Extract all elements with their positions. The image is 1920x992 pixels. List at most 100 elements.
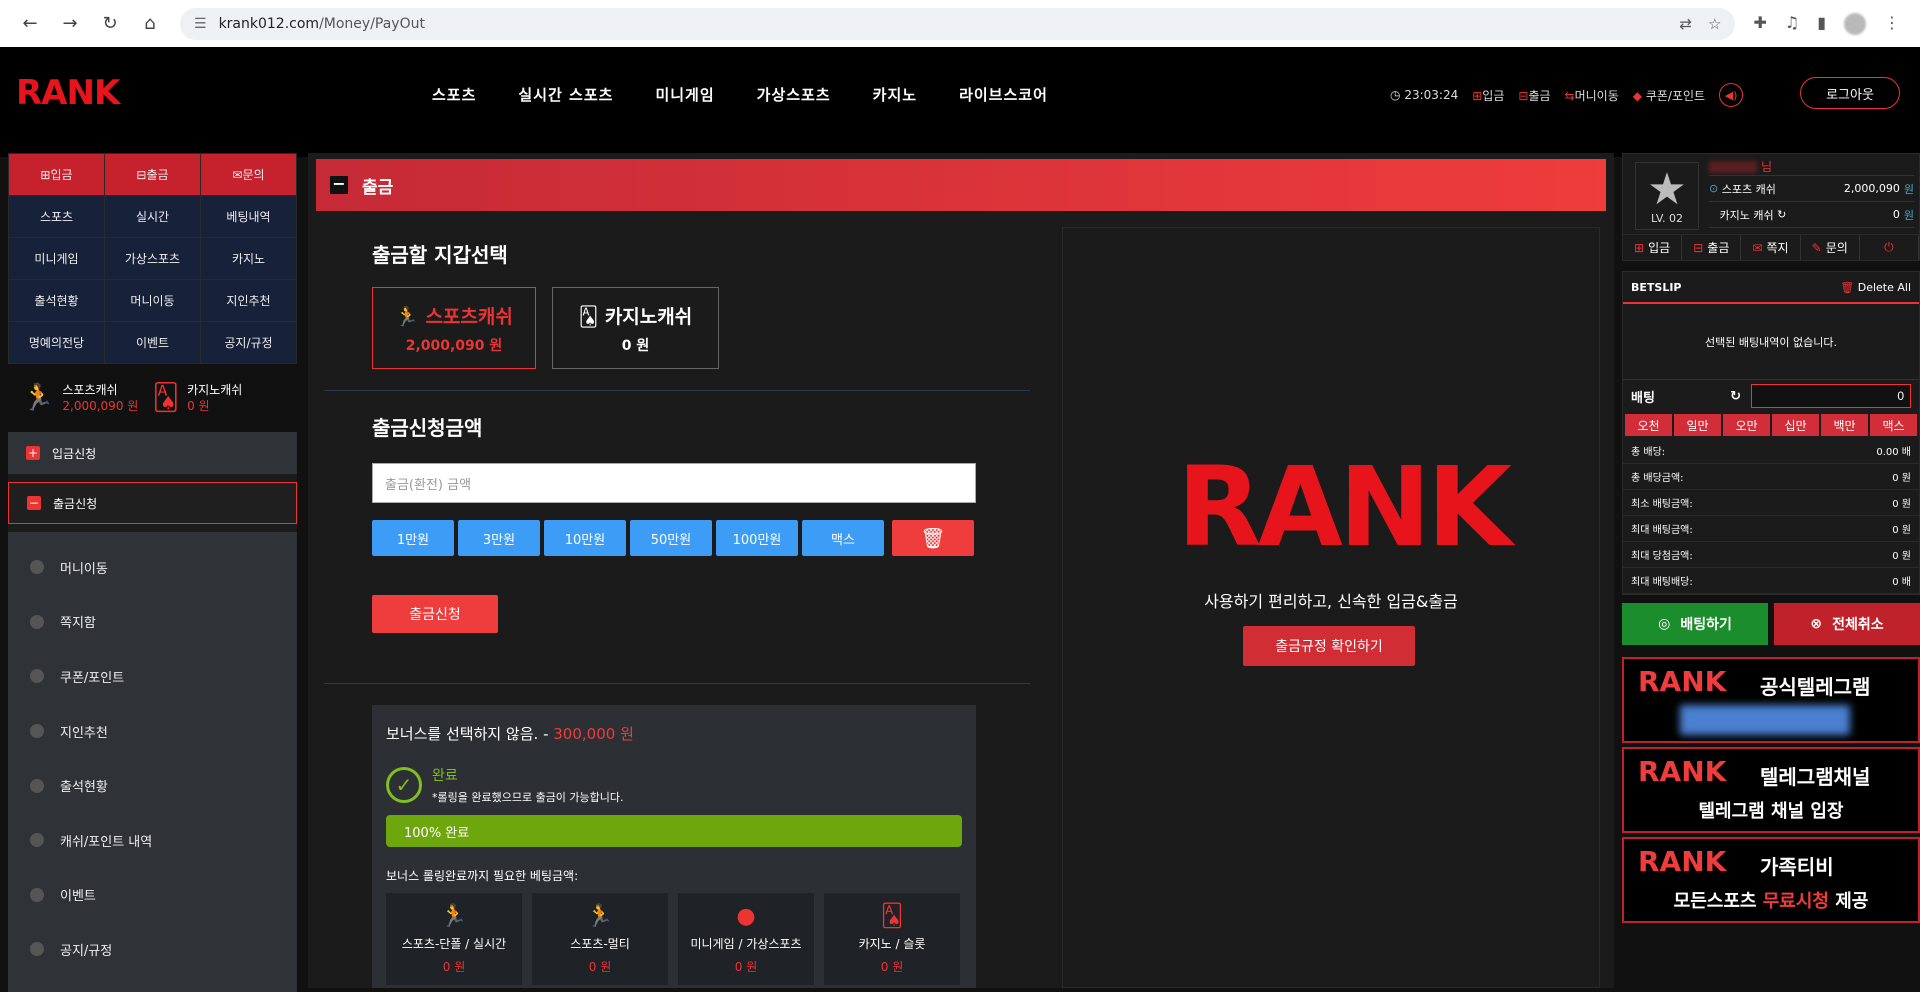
chip-1m[interactable]: 백만 — [1821, 414, 1868, 436]
grid-item-money-move[interactable]: 머니이동 — [105, 280, 200, 321]
sub-item-cash-history[interactable]: 캐쉬/포인트 내역 — [8, 813, 297, 868]
reload-icon[interactable]: ↻ — [90, 4, 130, 44]
wallet-casino-option[interactable]: 🂡 카지노캐쉬 0 원 — [552, 287, 719, 369]
grid-item-referral[interactable]: 지인추천 — [201, 280, 296, 321]
place-bet-button[interactable]: ◎ 배팅하기 — [1622, 603, 1768, 645]
chip-50k[interactable]: 오만 — [1723, 414, 1770, 436]
menu-live-sports[interactable]: 실시간 스포츠 — [518, 84, 613, 105]
menu-dots-icon[interactable]: ⋮ — [1884, 13, 1900, 35]
chip-100k[interactable]: 십만 — [1772, 414, 1819, 436]
quick-100k-button[interactable]: 10만원 — [544, 520, 626, 556]
withdraw-amount-input[interactable]: 출금(환전) 금액 — [372, 463, 976, 503]
header-withdraw-label: 출금 — [1528, 88, 1551, 103]
left-inquiry-label: 문의 — [242, 168, 265, 182]
translate-icon[interactable]: ⇄ — [1679, 15, 1692, 33]
tag-icon: ◆ — [1632, 88, 1642, 103]
grid-item-attendance[interactable]: 출석현황 — [9, 280, 104, 321]
bullet-icon — [30, 669, 44, 684]
grid-item-hall-of-fame[interactable]: 명예의전당 — [9, 322, 104, 363]
menu-sports[interactable]: 스포츠 — [432, 84, 476, 105]
withdraw-rules-button[interactable]: 출금규정 확인하기 — [1243, 626, 1415, 666]
sub-item-messages[interactable]: 쪽지함 — [8, 595, 297, 650]
bookmark-star-icon[interactable]: ☆ — [1708, 15, 1721, 33]
sidebar-item-withdraw-request[interactable]: − 출금신청 — [8, 482, 297, 524]
rolling-done-label: 완료 — [432, 768, 458, 784]
banner-family-tv[interactable]: RANK 가족티비 모든스포츠 무료시청 제공 — [1622, 837, 1920, 923]
cancel-all-button[interactable]: ⊗ 전체취소 — [1774, 603, 1920, 645]
grid-item-notice[interactable]: 공지/규정 — [201, 322, 296, 363]
sidepanel-icon[interactable]: ▮ — [1817, 13, 1826, 35]
site-logo[interactable]: RANK — [16, 73, 120, 113]
address-bar[interactable]: ☰ krank012.com /Money/PayOut ⇄ ☆ — [180, 7, 1736, 40]
back-icon[interactable]: ← — [10, 4, 50, 44]
action-message[interactable]: ✉ 쪽지 — [1741, 235, 1801, 260]
action-withdraw[interactable]: ⊟ 출금 — [1682, 235, 1742, 260]
quick-10k-button[interactable]: 1만원 — [372, 520, 454, 556]
bet-amount-input[interactable] — [1751, 384, 1911, 408]
withdraw-submit-button[interactable]: 출금신청 — [372, 595, 498, 633]
chip-max[interactable]: 맥스 — [1870, 414, 1917, 436]
quick-500k-button[interactable]: 50만원 — [630, 520, 712, 556]
quick-1m-button[interactable]: 100만원 — [716, 520, 798, 556]
wallet-sports-option[interactable]: 🏃 스포츠캐쉬 2,000,090 원 — [372, 287, 536, 369]
cash-summary: 🏃 스포츠캐쉬 2,000,090 원 🂡 카지노캐쉬 0 원 — [8, 364, 297, 432]
home-icon[interactable]: ⌂ — [130, 4, 170, 44]
trash-icon[interactable]: 🗑 — [892, 520, 974, 556]
info-row: 총 배당금액: 0 원 — [1623, 464, 1919, 490]
banner-sub-b: 무료시청 — [1762, 891, 1829, 912]
info-key: 최대 배팅금액: — [1631, 525, 1693, 536]
minus-icon: ⊟ — [1693, 240, 1704, 255]
grid-item-sports[interactable]: 스포츠 — [9, 196, 104, 237]
refresh-icon[interactable]: ↻ — [1777, 208, 1786, 221]
grid-item-bet-history[interactable]: 베팅내역 — [201, 196, 296, 237]
menu-virtual-sports[interactable]: 가상스포츠 — [757, 84, 831, 105]
quick-30k-button[interactable]: 3만원 — [458, 520, 540, 556]
forward-icon[interactable]: → — [50, 4, 90, 44]
banner-telegram-official[interactable]: RANK 공식텔레그램 — [1622, 657, 1920, 743]
power-icon[interactable]: ⏻ — [1860, 235, 1920, 260]
cards-icon: 🂡 — [152, 383, 180, 413]
sub-item-label: 머니이동 — [60, 561, 108, 577]
action-deposit[interactable]: ⊞ 입금 — [1623, 235, 1683, 260]
refresh-icon[interactable]: ↻ — [1730, 389, 1741, 404]
sub-item-attendance[interactable]: 출석현황 — [8, 758, 297, 813]
chip-5k[interactable]: 오천 — [1625, 414, 1672, 436]
left-deposit-button[interactable]: ⊞ 입금 — [9, 154, 104, 195]
grid-item-live[interactable]: 실시간 — [105, 196, 200, 237]
sub-item-coupon[interactable]: 쿠폰/포인트 — [8, 649, 297, 704]
left-inquiry-button[interactable]: ✉ 문의 — [201, 154, 296, 195]
sub-item-event[interactable]: 이벤트 — [8, 868, 297, 923]
menu-minigame[interactable]: 미니게임 — [655, 84, 714, 105]
chip-10k[interactable]: 일만 — [1674, 414, 1721, 436]
extensions-icon[interactable]: ✚ — [1753, 13, 1766, 35]
header-coupon[interactable]: ◆ 쿠폰/포인트 — [1633, 87, 1705, 104]
quick-max-button[interactable]: 맥스 — [802, 520, 884, 556]
sub-item-referral[interactable]: 지인추천 — [8, 704, 297, 759]
delete-all-button[interactable]: 🗑 Delete All — [1840, 281, 1911, 294]
grid-item-virtual[interactable]: 가상스포츠 — [105, 238, 200, 279]
trash-icon: 🗑 — [1840, 280, 1855, 294]
promo-logo: RANK — [1177, 443, 1512, 571]
menu-livescore[interactable]: 라이브스코어 — [959, 84, 1048, 105]
menu-casino[interactable]: 카지노 — [873, 84, 917, 105]
clock-icon: ◷ — [1390, 88, 1401, 102]
grid-item-casino[interactable]: 카지노 — [201, 238, 296, 279]
banner-telegram-channel[interactable]: RANK 텔레그램채널 텔레그램 채널 입장 — [1622, 747, 1920, 833]
header-money-move[interactable]: ⇆머니이동 — [1565, 87, 1619, 104]
minus-icon: ⊟ — [1518, 88, 1529, 103]
site-info-icon[interactable]: ☰ — [194, 16, 207, 32]
logout-button[interactable]: 로그아웃 — [1800, 77, 1900, 109]
left-withdraw-button[interactable]: ⊟ 출금 — [105, 154, 200, 195]
sidebar-item-deposit-request[interactable]: + 입금신청 — [8, 432, 297, 474]
sub-item-notice[interactable]: 공지/규정 — [8, 922, 297, 977]
grid-item-event[interactable]: 이벤트 — [105, 322, 200, 363]
header-money-move-label: 머니이동 — [1574, 88, 1619, 103]
header-withdraw[interactable]: ⊟출금 — [1518, 87, 1550, 104]
sub-item-money-move[interactable]: 머니이동 — [8, 540, 297, 595]
sound-icon[interactable]: ◀) — [1719, 83, 1744, 107]
profile-avatar[interactable] — [1844, 12, 1866, 35]
header-deposit[interactable]: ⊞입금 — [1472, 87, 1504, 104]
grid-item-minigame[interactable]: 미니게임 — [9, 238, 104, 279]
media-icon[interactable]: ♫ — [1785, 13, 1799, 35]
action-inquiry[interactable]: ✎ 문의 — [1801, 235, 1860, 260]
